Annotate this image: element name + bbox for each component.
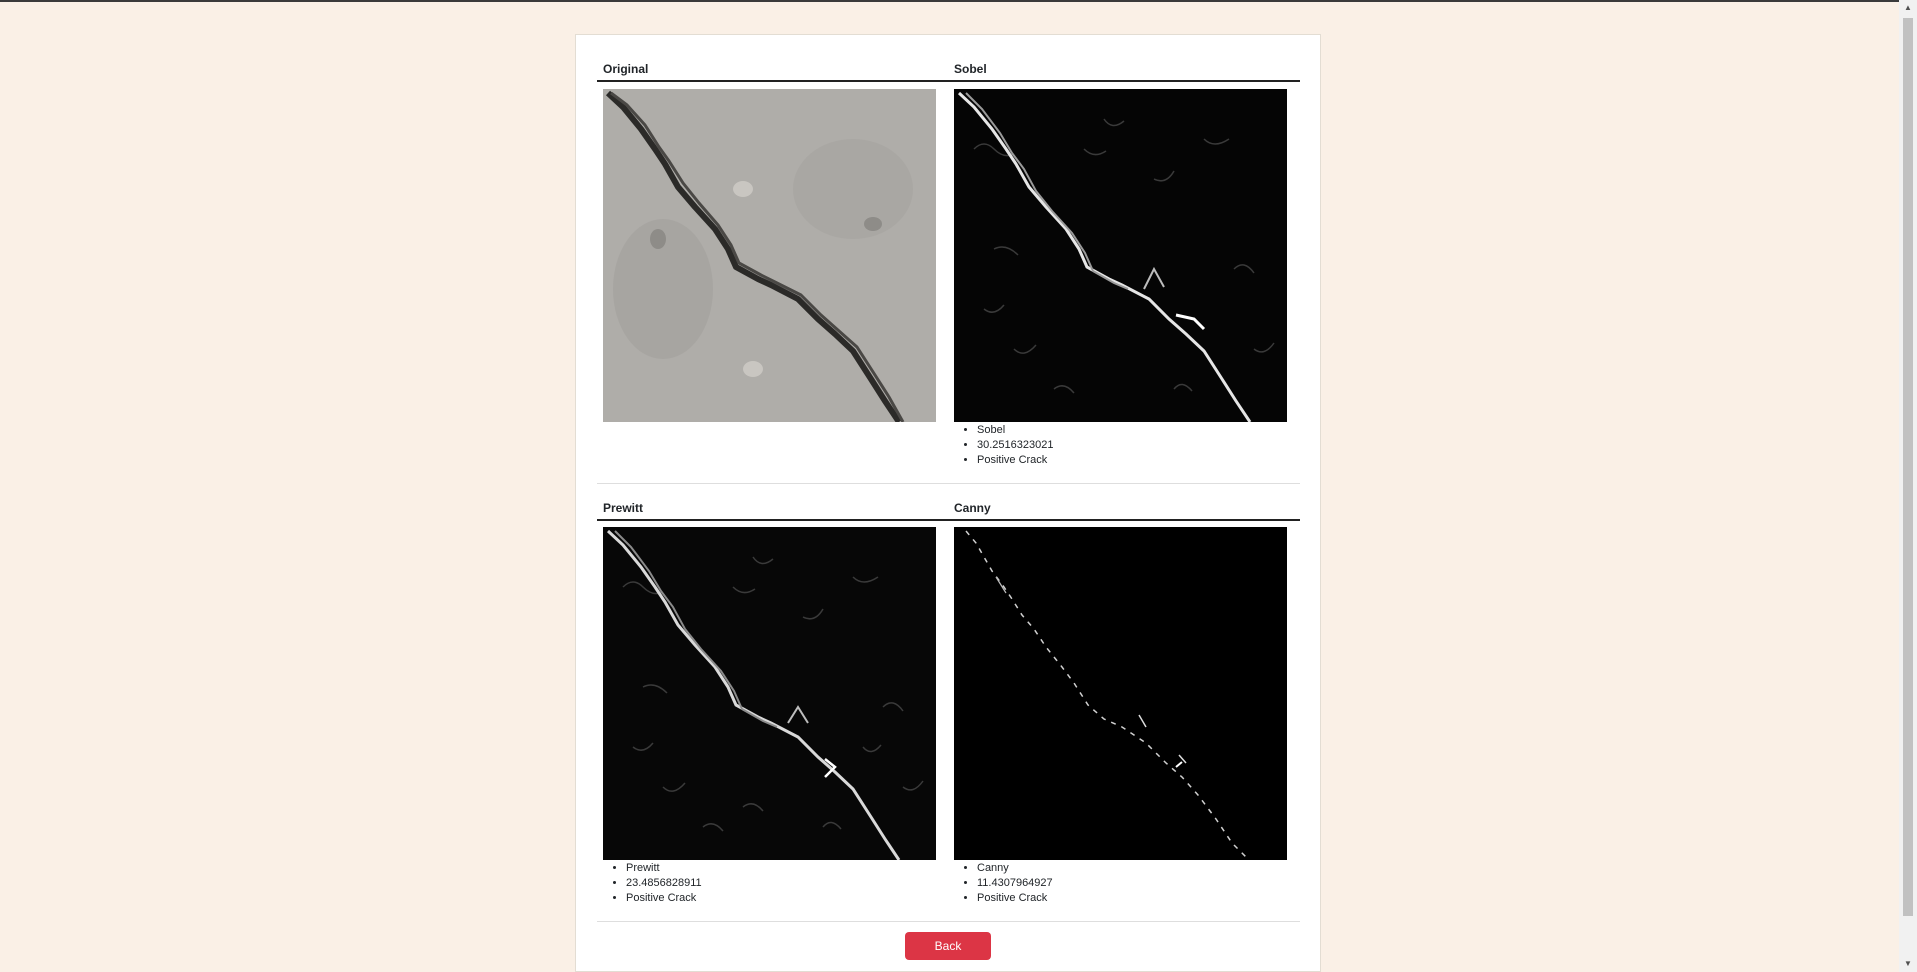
sobel-image [954,89,1287,422]
window-top-border [0,0,1917,2]
list-item: Positive Crack [977,891,1053,906]
scroll-down-arrow-icon[interactable]: ▼ [1899,956,1917,972]
header-canny: Canny [954,501,991,515]
list-item: Positive Crack [977,453,1053,468]
sobel-info-list: Sobel 30.2516323021 Positive Crack [955,423,1053,468]
table-header-row-2: Prewitt Canny [597,473,1300,521]
header-original: Original [603,62,649,76]
prewitt-image [603,527,936,860]
vertical-scrollbar[interactable]: ▲ ▼ [1899,0,1917,972]
list-item: 23.4856828911 [626,876,702,891]
scroll-thumb[interactable] [1903,18,1913,916]
list-item: 11.4307964927 [977,876,1053,891]
original-image [603,89,936,422]
canny-image [954,527,1287,860]
prewitt-info-list: Prewitt 23.4856828911 Positive Crack [604,861,702,906]
list-item: Positive Crack [626,891,702,906]
row-separator [597,921,1300,922]
back-button[interactable]: Back [905,932,991,960]
header-prewitt: Prewitt [603,501,644,515]
canny-info-list: Canny 11.4307964927 Positive Crack [955,861,1053,906]
list-item: Canny [977,861,1053,876]
scroll-up-arrow-icon[interactable]: ▲ [1899,0,1917,16]
list-item: 30.2516323021 [977,438,1053,453]
list-item: Prewitt [626,861,702,876]
header-sobel: Sobel [954,62,987,76]
table-header-row-1: Original Sobel [597,34,1300,82]
list-item: Sobel [977,423,1053,438]
